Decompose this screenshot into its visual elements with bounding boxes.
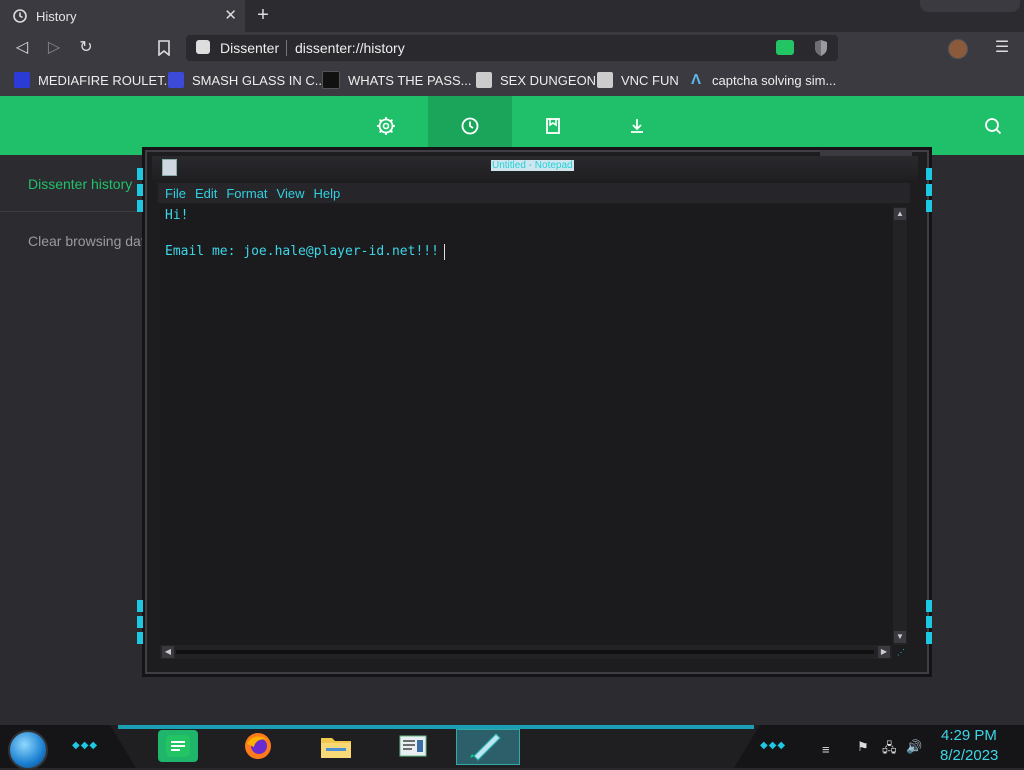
url-text[interactable]: dissenter://history <box>295 40 405 56</box>
bookmark-item[interactable]: WHATS THE PASS... <box>322 64 472 96</box>
show-desktop-icon[interactable]: ≡ <box>822 742 830 757</box>
a-logo-icon: Λ <box>690 71 701 88</box>
clock-date[interactable]: 8/2/2023 <box>940 747 998 764</box>
scroll-right-icon[interactable]: ▶ <box>878 646 890 658</box>
dissenter-comment-icon[interactable] <box>776 40 794 55</box>
cube-icon <box>597 72 613 88</box>
mediafire-icon <box>14 72 30 88</box>
taskbar-decoration: ◆◆◆ <box>760 740 787 751</box>
flag-icon[interactable]: ⚑ <box>857 739 869 755</box>
start-orb-icon[interactable] <box>8 730 48 770</box>
tab-title: History <box>36 8 77 24</box>
bookmark-icon[interactable] <box>538 111 568 141</box>
reload-icon[interactable]: ↻ <box>75 37 97 59</box>
tab-close-icon[interactable]: ✕ <box>224 6 237 24</box>
taskbar-panel <box>110 725 760 768</box>
menu-help[interactable]: Help <box>313 186 340 201</box>
download-icon[interactable] <box>622 111 652 141</box>
bookmark-item[interactable]: Λcaptcha solving sim... <box>688 64 836 96</box>
bookmark-item[interactable]: SEX DUNGEON <box>476 64 596 96</box>
url-site-name: Dissenter <box>220 40 280 56</box>
new-tab-icon[interactable]: + <box>252 4 274 26</box>
notepad-app-icon[interactable] <box>393 730 433 762</box>
cube-icon <box>476 72 492 88</box>
notepad-text-area[interactable] <box>160 205 892 645</box>
firefox-icon[interactable] <box>238 730 278 762</box>
sidebar-item-clear-browsing-data[interactable]: Clear browsing data <box>28 233 143 249</box>
url-separator <box>286 40 287 56</box>
menu-edit[interactable]: Edit <box>195 186 217 201</box>
frame-light-decoration <box>137 600 143 612</box>
site-info-icon[interactable] <box>196 40 210 54</box>
frame-light-decoration <box>137 632 143 644</box>
gear-icon[interactable] <box>371 111 401 141</box>
clock-time[interactable]: 4:29 PM <box>941 727 997 744</box>
file-explorer-icon[interactable] <box>316 730 356 762</box>
frame-light-decoration <box>926 184 932 196</box>
chevron-logo-icon <box>168 72 184 88</box>
frame-light-decoration <box>137 184 143 196</box>
document-icon <box>399 735 427 757</box>
frame-light-decoration <box>137 168 143 180</box>
scroll-left-icon[interactable]: ◀ <box>162 646 174 658</box>
tab-history[interactable]: History ✕ <box>0 0 245 32</box>
notepad-menu-bar: File Edit Format View Help <box>158 183 910 203</box>
frame-light-decoration <box>926 632 932 644</box>
forward-icon[interactable]: ▷ <box>43 37 65 59</box>
pen-icon <box>470 733 501 761</box>
history-icon <box>13 9 27 23</box>
scroll-track <box>176 650 874 654</box>
sidebar-divider <box>0 211 150 212</box>
menu-view[interactable]: View <box>277 186 305 201</box>
chat-lines-icon <box>166 735 190 757</box>
text-line: Hi! <box>165 208 189 223</box>
history-icon[interactable] <box>455 111 485 141</box>
window-frame-decoration <box>920 0 1020 12</box>
menu-file[interactable]: File <box>165 186 186 201</box>
bookmark-item[interactable]: SMASH GLASS IN C... <box>168 64 326 96</box>
scroll-up-icon[interactable]: ▲ <box>894 208 906 220</box>
notepad-icon <box>162 159 177 176</box>
text-caret <box>444 244 445 260</box>
volume-icon[interactable]: 🔊 <box>906 739 922 755</box>
shield-icon[interactable] <box>813 39 829 57</box>
frame-light-decoration <box>926 600 932 612</box>
notepad-title: Untitled - Notepad <box>491 160 574 171</box>
frame-light-decoration <box>137 200 143 212</box>
notes-app-icon[interactable] <box>158 730 198 762</box>
frame-light-decoration <box>926 616 932 628</box>
address-bar[interactable] <box>186 35 838 61</box>
terminal-icon <box>322 71 340 89</box>
taskbar-accent-line <box>118 725 754 729</box>
menu-format[interactable]: Format <box>226 186 267 201</box>
bookmark-page-icon[interactable] <box>158 40 170 56</box>
vertical-scrollbar[interactable] <box>893 207 907 645</box>
frame-light-decoration <box>926 200 932 212</box>
pen-tool-icon[interactable] <box>466 730 506 762</box>
sidebar-item-dissenter-history[interactable]: Dissenter history <box>28 176 132 192</box>
scroll-down-icon[interactable]: ▼ <box>894 631 906 643</box>
frame-light-decoration <box>137 616 143 628</box>
text-line: Email me: joe.hale@player-id.net!!! <box>165 244 439 259</box>
network-icon[interactable]: 🖧 <box>882 739 897 761</box>
frame-light-decoration <box>926 168 932 180</box>
dissenter-toolbar <box>0 96 1024 155</box>
profile-avatar[interactable] <box>948 39 968 59</box>
firefox-logo-icon <box>245 733 271 759</box>
resize-grip-icon[interactable]: ⋰ <box>897 648 907 658</box>
menu-icon[interactable]: ☰ <box>992 37 1012 59</box>
bookmark-item[interactable]: MEDIAFIRE ROULET... <box>14 64 175 96</box>
back-icon[interactable]: ◁ <box>11 37 33 59</box>
taskbar-decoration: ◆◆◆ <box>72 740 99 751</box>
bookmark-item[interactable]: VNC FUN <box>597 64 679 96</box>
search-icon[interactable] <box>978 111 1008 141</box>
folder-icon <box>321 738 351 758</box>
